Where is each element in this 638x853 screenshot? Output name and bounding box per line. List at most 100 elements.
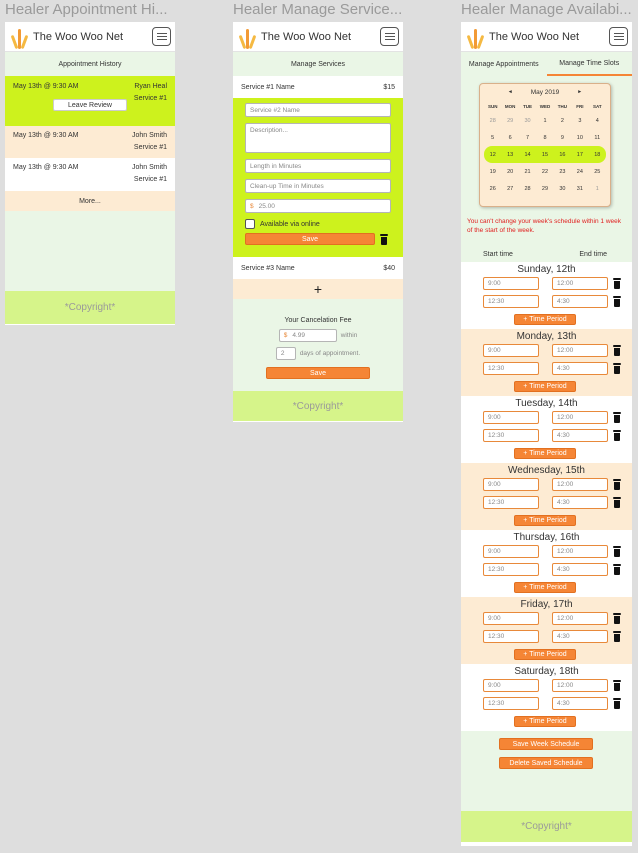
calendar-day[interactable]: 2	[554, 112, 571, 129]
fee-amount-input[interactable]: $ 4.99	[278, 329, 337, 342]
end-time-input[interactable]: 12:00	[552, 612, 608, 625]
start-time-input[interactable]: 9:00	[483, 545, 539, 558]
calendar-day[interactable]: 30	[519, 112, 536, 129]
add-time-period-button[interactable]: + Time Period	[514, 716, 576, 727]
end-time-input[interactable]: 12:00	[552, 679, 608, 692]
service-row[interactable]: Service #3 Name $40	[233, 257, 403, 279]
calendar-day[interactable]: 20	[501, 163, 518, 180]
online-checkbox[interactable]	[245, 219, 255, 229]
delete-saved-schedule-button[interactable]: Delete Saved Schedule	[499, 757, 593, 769]
calendar-day[interactable]: 18	[588, 146, 606, 163]
calendar-day[interactable]: 29	[501, 112, 518, 129]
hamburger-menu-icon[interactable]	[609, 27, 628, 46]
trash-icon[interactable]	[613, 698, 621, 709]
start-time-input[interactable]: 9:00	[483, 411, 539, 424]
calendar-day[interactable]: 5	[484, 129, 501, 146]
calendar-day[interactable]: 1	[536, 112, 553, 129]
add-time-period-button[interactable]: + Time Period	[514, 515, 576, 526]
trash-icon[interactable]	[613, 363, 621, 374]
price-input[interactable]: $ 25.00	[245, 199, 391, 213]
end-time-input[interactable]: 12:00	[552, 344, 608, 357]
add-service-button[interactable]: +	[233, 279, 403, 299]
start-time-input[interactable]: 12:30	[483, 429, 539, 442]
calendar-day[interactable]: 28	[519, 180, 536, 197]
trash-icon[interactable]	[613, 430, 621, 441]
calendar-day[interactable]: 17	[571, 146, 589, 163]
calendar-day[interactable]: 10	[571, 129, 588, 146]
calendar-day[interactable]: 28	[484, 112, 501, 129]
calendar-day[interactable]: 21	[519, 163, 536, 180]
more-link[interactable]: More...	[5, 191, 175, 211]
calendar-day[interactable]: 4	[589, 112, 606, 129]
prev-month-icon[interactable]: ◄	[508, 89, 513, 95]
calendar-day[interactable]: 19	[484, 163, 501, 180]
hamburger-menu-icon[interactable]	[152, 27, 171, 46]
trash-icon[interactable]	[613, 613, 621, 624]
calendar-day[interactable]: 22	[536, 163, 553, 180]
calendar-day[interactable]: 9	[554, 129, 571, 146]
tab-manage-time-slots[interactable]: Manage Time Slots	[546, 52, 632, 76]
calendar-day[interactable]: 13	[501, 146, 519, 163]
start-time-input[interactable]: 9:00	[483, 679, 539, 692]
trash-icon[interactable]	[613, 564, 621, 575]
end-time-input[interactable]: 4:30	[552, 697, 608, 710]
start-time-input[interactable]: 12:30	[483, 295, 539, 308]
end-time-input[interactable]: 4:30	[552, 295, 608, 308]
trash-icon[interactable]	[613, 680, 621, 691]
trash-icon[interactable]	[613, 631, 621, 642]
service-row[interactable]: Service #1 Name $15	[233, 76, 403, 98]
end-time-input[interactable]: 12:00	[552, 545, 608, 558]
length-input[interactable]: Length in Minutes	[245, 159, 391, 173]
end-time-input[interactable]: 4:30	[552, 563, 608, 576]
end-time-input[interactable]: 4:30	[552, 630, 608, 643]
save-service-button[interactable]: Save	[245, 233, 375, 245]
end-time-input[interactable]: 12:00	[552, 411, 608, 424]
calendar-day[interactable]: 14	[518, 146, 537, 163]
end-time-input[interactable]: 4:30	[552, 362, 608, 375]
calendar-day[interactable]: 30	[554, 180, 571, 197]
next-month-icon[interactable]: ►	[577, 89, 582, 95]
calendar-day[interactable]: 26	[484, 180, 501, 197]
description-input[interactable]: Description...	[245, 123, 391, 153]
trash-icon[interactable]	[613, 546, 621, 557]
calendar-day[interactable]: 16	[553, 146, 572, 163]
end-time-input[interactable]: 4:30	[552, 429, 608, 442]
add-time-period-button[interactable]: + Time Period	[514, 314, 576, 325]
calendar-day[interactable]: 23	[554, 163, 571, 180]
fee-days-input[interactable]: 2	[275, 347, 296, 360]
end-time-input[interactable]: 12:00	[552, 277, 608, 290]
hamburger-menu-icon[interactable]	[380, 27, 399, 46]
trash-icon[interactable]	[613, 345, 621, 356]
calendar-day[interactable]: 15	[536, 146, 554, 163]
start-time-input[interactable]: 12:30	[483, 496, 539, 509]
start-time-input[interactable]: 9:00	[483, 612, 539, 625]
trash-icon[interactable]	[613, 479, 621, 490]
end-time-input[interactable]: 4:30	[552, 496, 608, 509]
calendar-day[interactable]: 31	[571, 180, 588, 197]
calendar-day[interactable]: 27	[501, 180, 518, 197]
calendar-day[interactable]: 24	[571, 163, 588, 180]
calendar-day[interactable]: 12	[484, 146, 502, 163]
end-time-input[interactable]: 12:00	[552, 478, 608, 491]
cleanup-input[interactable]: Clean-up Time in Minutes	[245, 179, 391, 193]
save-fee-button[interactable]: Save	[266, 367, 370, 379]
add-time-period-button[interactable]: + Time Period	[514, 381, 576, 392]
add-time-period-button[interactable]: + Time Period	[514, 649, 576, 660]
start-time-input[interactable]: 12:30	[483, 697, 539, 710]
start-time-input[interactable]: 12:30	[483, 630, 539, 643]
calendar-day[interactable]: 7	[519, 129, 536, 146]
calendar-day[interactable]: 1	[589, 180, 606, 197]
add-time-period-button[interactable]: + Time Period	[514, 448, 576, 459]
trash-icon[interactable]	[613, 412, 621, 423]
start-time-input[interactable]: 12:30	[483, 563, 539, 576]
tab-manage-appointments[interactable]: Manage Appointments	[461, 52, 547, 76]
trash-icon[interactable]	[613, 497, 621, 508]
trash-icon[interactable]	[613, 278, 621, 289]
calendar-day[interactable]: 6	[501, 129, 518, 146]
calendar-day[interactable]: 8	[536, 129, 553, 146]
save-week-schedule-button[interactable]: Save Week Schedule	[499, 738, 593, 750]
calendar-day[interactable]: 11	[589, 129, 606, 146]
service-name-input[interactable]: Service #2 Name	[245, 103, 391, 117]
add-time-period-button[interactable]: + Time Period	[514, 582, 576, 593]
trash-icon[interactable]	[613, 296, 621, 307]
